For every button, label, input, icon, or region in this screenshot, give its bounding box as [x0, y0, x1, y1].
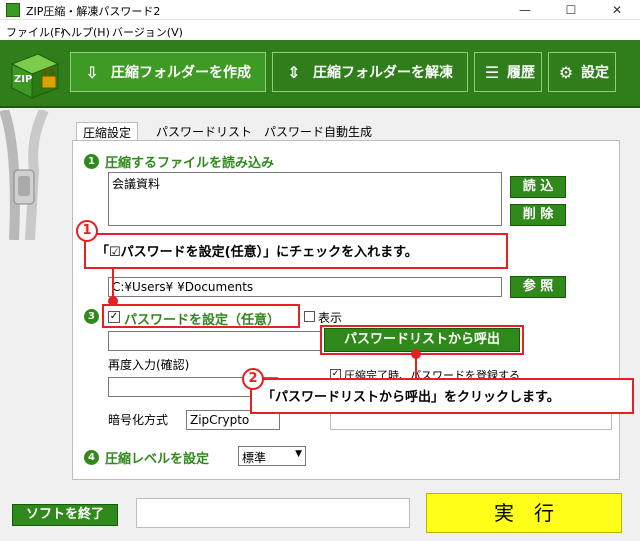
section-number: 1	[84, 154, 99, 169]
zip-logo: ZIP	[8, 50, 62, 102]
file-item[interactable]: 会議資料	[112, 177, 160, 191]
annotation-highlight-call-button	[320, 325, 524, 355]
logo-text: ZIP	[14, 74, 33, 85]
exit-button[interactable]: ソフトを終了	[12, 504, 118, 526]
annotation-callout-1: 「☑パスワードを設定(任意）」にチェックを入れます。	[84, 233, 508, 269]
section-load-files-heading: 1 圧縮するファイルを読み込み	[84, 152, 274, 171]
title-bar: ZIP圧縮・解凍パスワード2 — ☐ ✕	[0, 0, 640, 20]
show-password-label: 表示	[318, 311, 343, 325]
extract-zip-button[interactable]: ⇕ 圧縮フォルダーを解凍	[272, 52, 468, 92]
annotation-text-1: 「☑パスワードを設定(任意）」にチェックを入れます。	[96, 245, 418, 260]
annotation-callout-2: 「パスワードリストから呼出」をクリックします。	[250, 378, 634, 414]
menu-version[interactable]: バージョン(V)	[112, 24, 183, 40]
annotation-dot-1	[108, 296, 118, 306]
zipper-graphic	[0, 107, 60, 241]
delete-button[interactable]: 削 除	[510, 204, 566, 226]
compress-level-select[interactable]: 標準 ▼	[238, 446, 306, 466]
history-label: 履歴	[507, 65, 535, 81]
encryption-label: 暗号化方式	[108, 413, 169, 427]
section-number: 3	[84, 309, 99, 324]
file-list[interactable]: 会議資料	[108, 172, 502, 226]
status-field	[136, 498, 410, 528]
tab-password-generate[interactable]: パスワード自動生成	[258, 122, 378, 141]
minimize-button[interactable]: —	[502, 0, 548, 20]
chevron-down-icon: ▼	[295, 449, 302, 459]
menu-help[interactable]: ヘルプ(H)	[60, 24, 110, 40]
annotation-dot-2	[411, 349, 421, 359]
browse-button[interactable]: 参 照	[510, 276, 566, 298]
section-number: 4	[84, 450, 99, 465]
compress-level-value: 標準	[242, 451, 267, 465]
load-button[interactable]: 読 込	[510, 176, 566, 198]
tab-password-list[interactable]: パスワードリスト	[150, 122, 258, 141]
toolbar: ⇩ 圧縮フォルダーを作成 ⇕ 圧縮フォルダーを解凍 ☰ 履歴 ⚙ 設定	[0, 40, 640, 108]
create-zip-button[interactable]: ⇩ 圧縮フォルダーを作成	[70, 52, 266, 92]
password-input[interactable]	[108, 331, 322, 351]
section-compress-level-heading: 4 圧縮レベルを設定	[84, 448, 209, 467]
bottom-bar: ソフトを終了 実 行	[0, 488, 640, 541]
annotation-badge-2: 2	[242, 368, 264, 390]
zip-create-icon: ⇩	[85, 62, 99, 82]
history-button[interactable]: ☰ 履歴	[474, 52, 542, 92]
section-title: 圧縮するファイルを読み込み	[105, 156, 275, 171]
close-button[interactable]: ✕	[594, 0, 640, 20]
show-password-checkbox[interactable]	[304, 311, 315, 322]
save-path-field[interactable]: C:¥Users¥ ¥Documents	[108, 277, 502, 297]
maximize-button[interactable]: ☐	[548, 0, 594, 20]
history-icon: ☰	[484, 62, 500, 82]
tab-compress-settings[interactable]: 圧縮設定	[76, 122, 139, 142]
window-title: ZIP圧縮・解凍パスワード2	[26, 5, 161, 18]
app-icon	[6, 3, 20, 17]
settings-label: 設定	[581, 65, 609, 81]
reenter-label: 再度入力(確認)	[108, 358, 190, 372]
menu-bar: ファイル(F) ヘルプ(H) バージョン(V)	[0, 20, 640, 40]
annotation-text-2: 「パスワードリストから呼出」をクリックします。	[262, 390, 560, 405]
section-title: 圧縮レベルを設定	[105, 452, 210, 467]
annotation-highlight-checkbox	[102, 304, 300, 328]
create-zip-label: 圧縮フォルダーを作成	[111, 65, 251, 81]
zip-extract-icon: ⇕	[287, 62, 301, 82]
menu-file[interactable]: ファイル(F)	[6, 24, 65, 40]
annotation-badge-1: 1	[76, 220, 98, 242]
run-button[interactable]: 実 行	[426, 493, 622, 533]
extract-zip-label: 圧縮フォルダーを解凍	[313, 65, 453, 81]
settings-button[interactable]: ⚙ 設定	[548, 52, 616, 92]
gear-icon: ⚙	[558, 62, 574, 82]
